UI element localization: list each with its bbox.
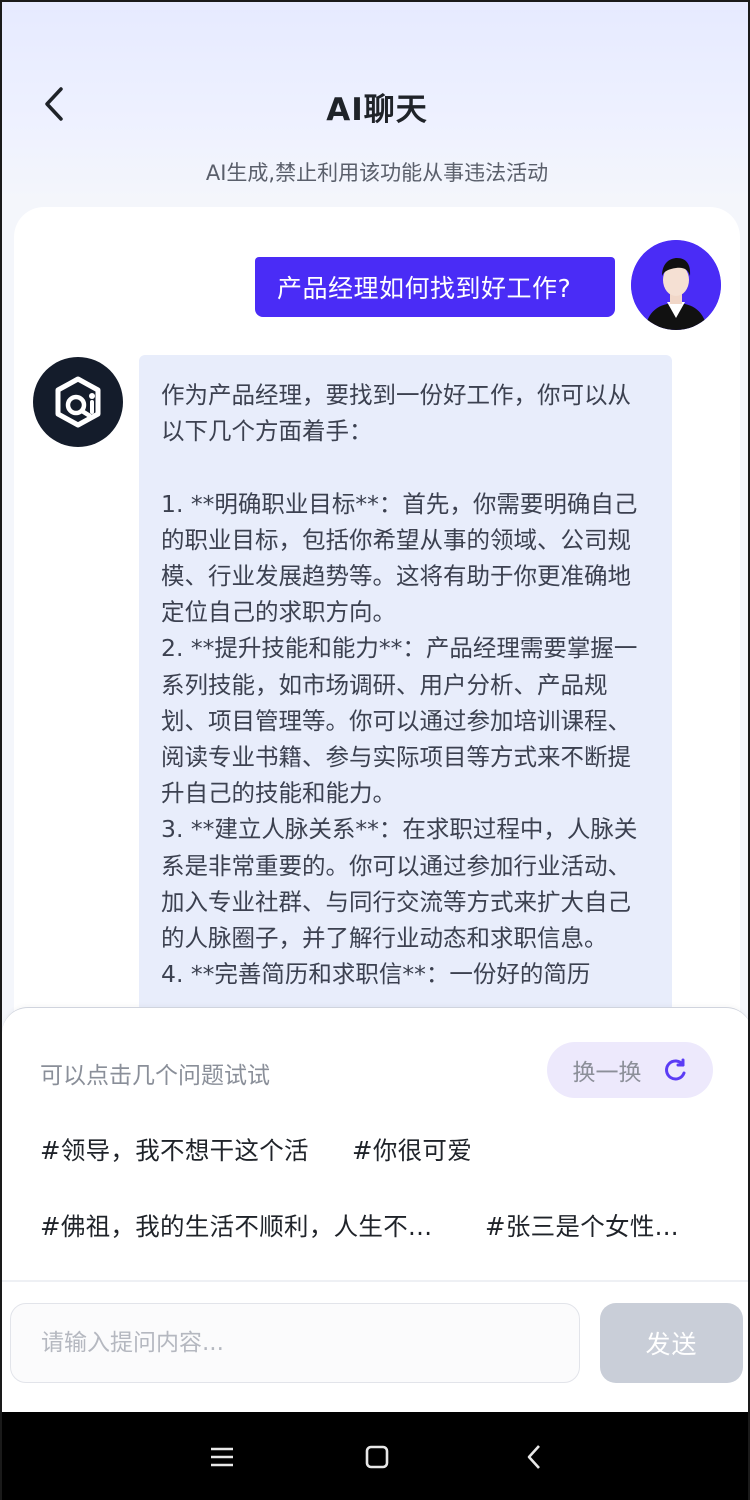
user-avatar-icon [631,240,721,330]
topic-chip-1[interactable]: #领导，我不想干这个活 [40,1132,309,1167]
refresh-icon [664,1058,685,1081]
ai-logo-icon [55,376,101,428]
swap-button[interactable]: 换一换 [547,1042,713,1098]
user-message-text: 产品经理如何找到好工作? [277,274,572,303]
menu-icon [211,1447,233,1467]
composer-divider [2,1280,748,1282]
header: AI聊天 AI生成,禁止利用该功能从事违法活动 [2,2,748,202]
app-screen: AI聊天 AI生成,禁止利用该功能从事违法活动 产品经理如何找到好工作? 作为产… [0,0,750,1500]
page-title: AI聊天 [326,92,428,128]
suggestion-hint: 可以点击几个问题试试 [40,1063,270,1089]
menu-nav-button[interactable] [202,1437,242,1477]
topic-chip-3[interactable]: #佛祖，我的生活不顺利，人生不... [40,1208,432,1243]
swap-label: 换一换 [572,1060,642,1086]
ai-avatar [33,357,123,447]
back-triangle-icon [527,1445,540,1469]
user-message-bubble: 产品经理如何找到好工作? [255,257,615,317]
back-nav-button[interactable] [514,1437,554,1477]
suggestion-panel: 可以点击几个问题试试 换一换 #领导，我不想干这个活 #你很可爱 #佛祖，我的生… [2,1007,748,1307]
topic-chip-4[interactable]: #张三是个女性... [485,1208,679,1243]
home-nav-button[interactable] [357,1437,397,1477]
user-avatar[interactable] [631,240,721,330]
question-input[interactable] [10,1303,580,1383]
page-subtitle: AI生成,禁止利用该功能从事违法活动 [205,161,549,185]
system-nav-bar [2,1412,748,1500]
topic-chip-2[interactable]: #你很可爱 [352,1132,472,1167]
composer-bar: 发送 [2,1280,748,1412]
home-square-icon [365,1445,389,1469]
send-button[interactable]: 发送 [600,1303,743,1383]
ai-message-text: 作为产品经理，要找到一份好工作，你可以从以下几个方面着手： 1. **明确职业目… [161,381,638,989]
